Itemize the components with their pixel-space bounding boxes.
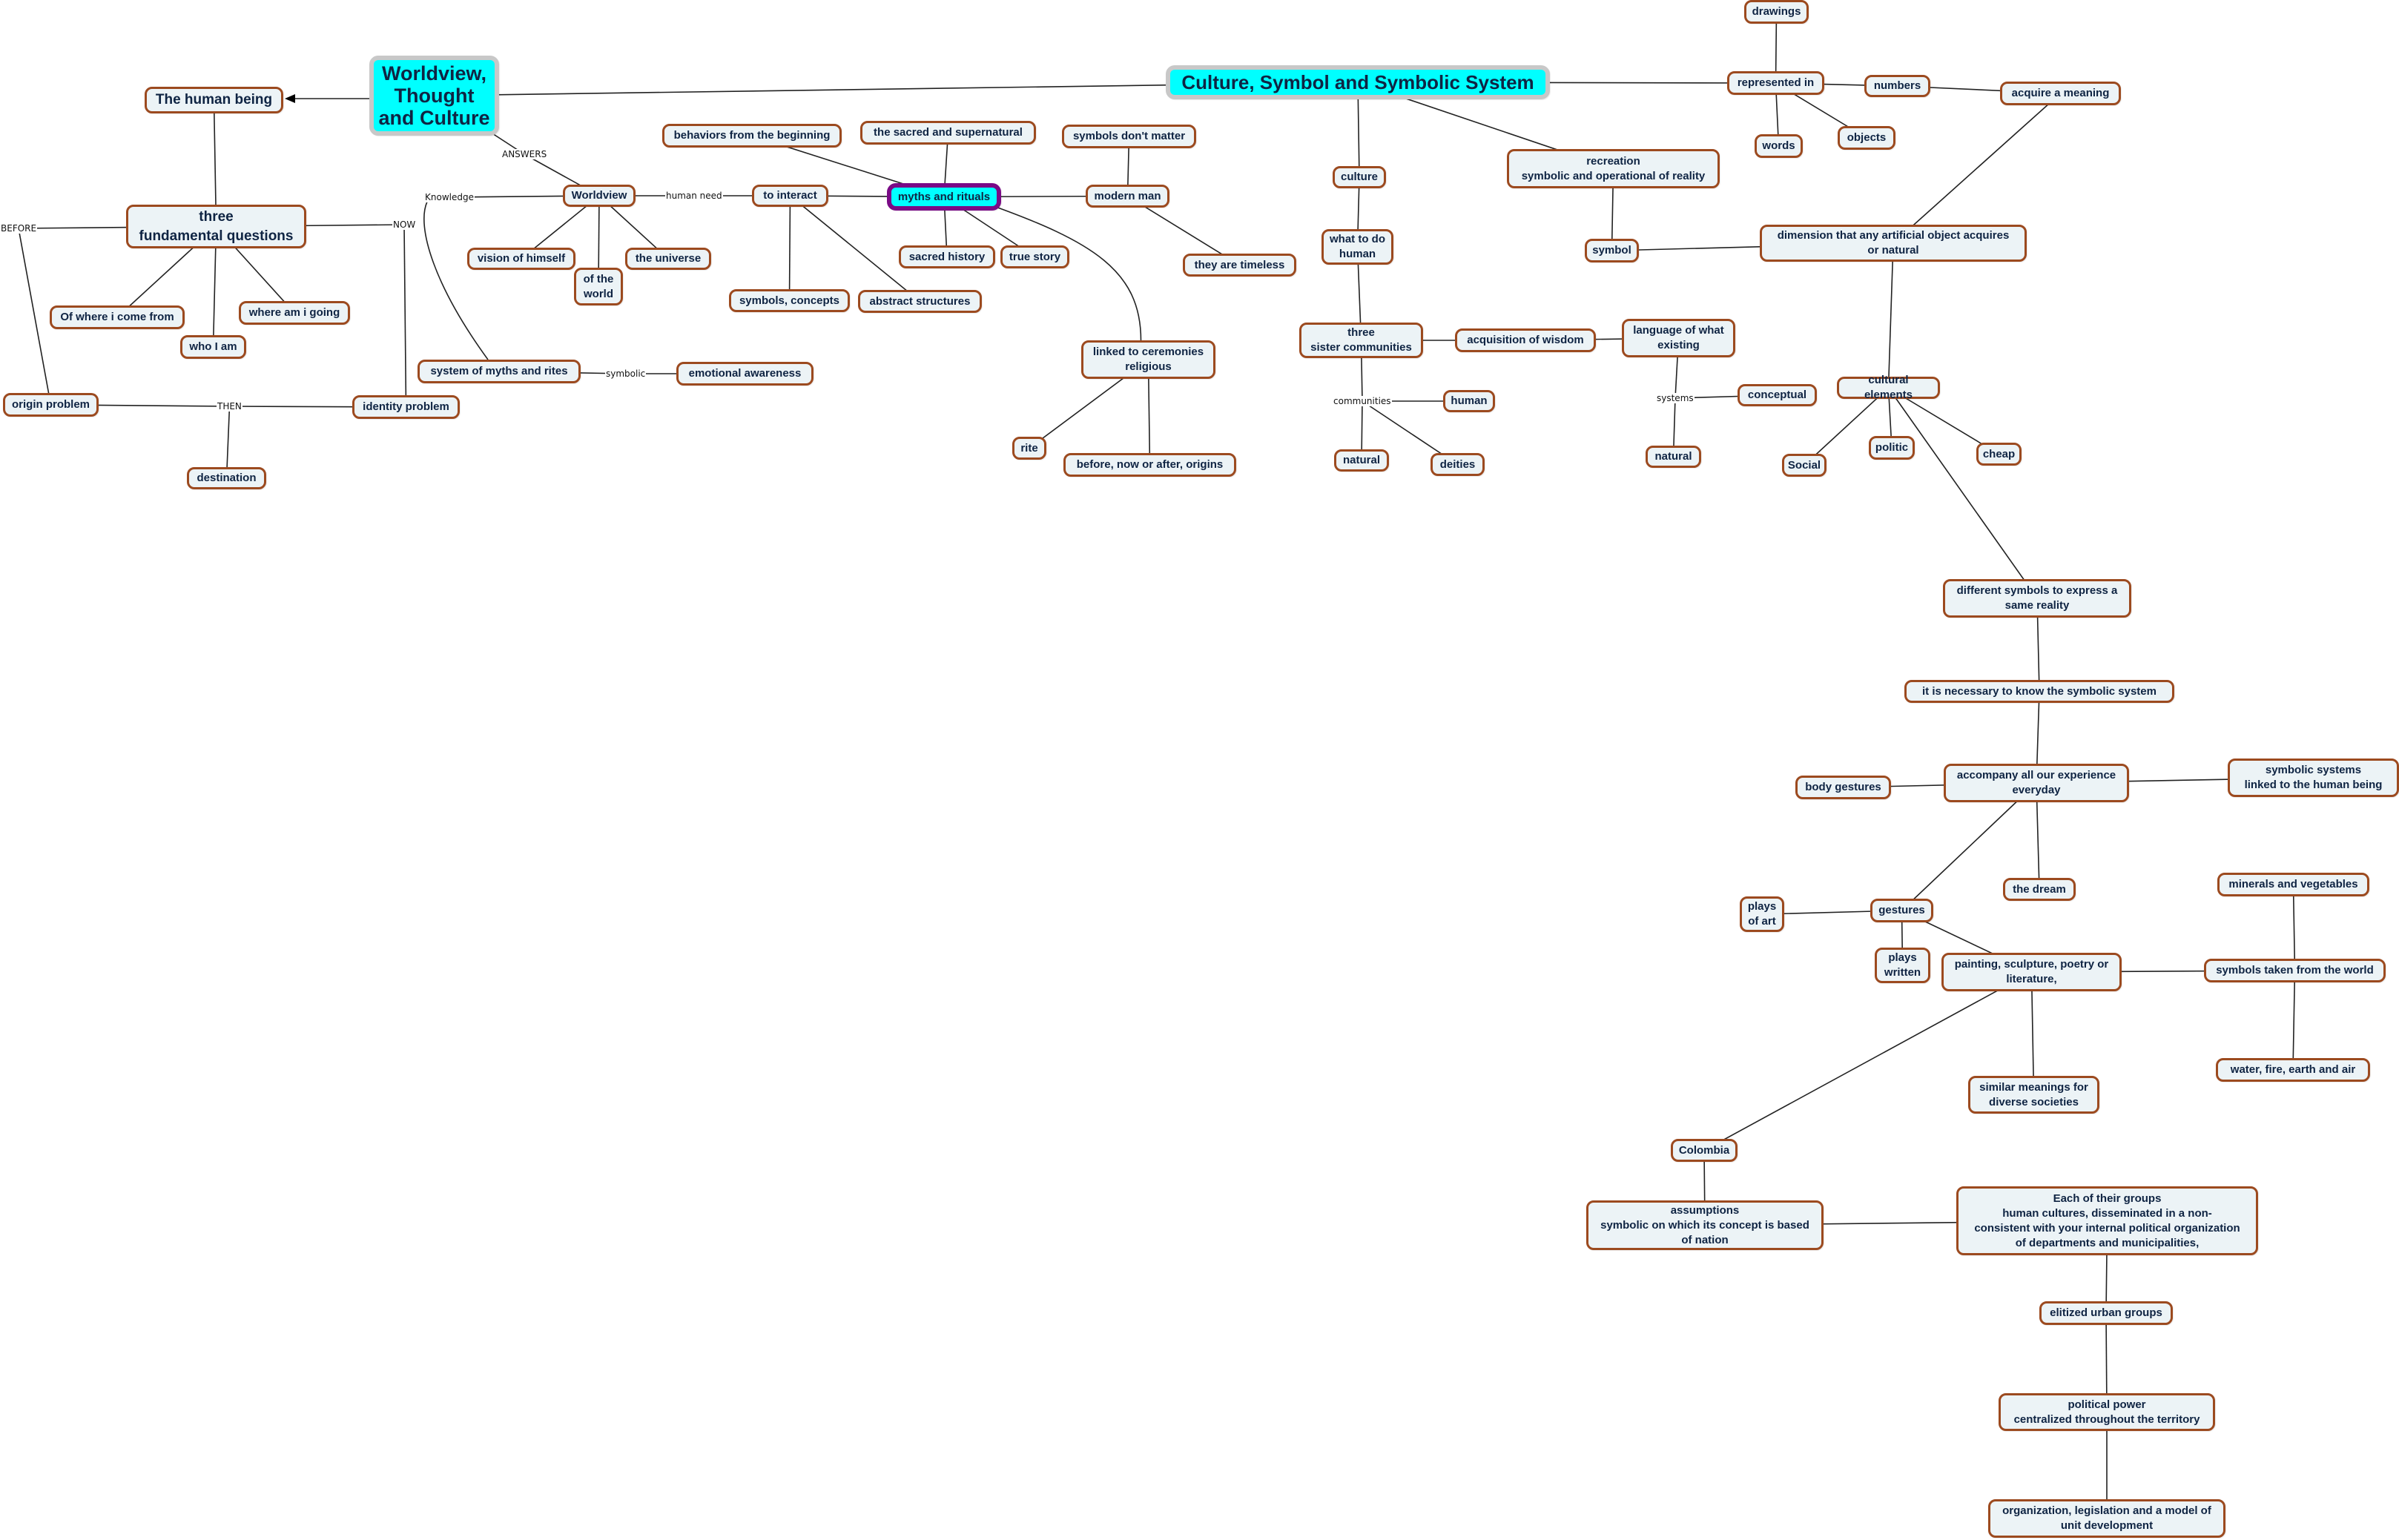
- node-drawings[interactable]: drawings: [1744, 0, 1809, 24]
- node-organization-legislation[interactable]: organization, legislation and a model of…: [1988, 1499, 2225, 1538]
- node-to-interact[interactable]: to interact: [752, 185, 828, 207]
- link-label-then: THEN: [217, 401, 242, 412]
- node-assumptions-symbolic-nation[interactable]: assumptions symbolic on which its concep…: [1586, 1200, 1824, 1250]
- node-human-being[interactable]: The human being: [145, 87, 283, 113]
- node-system-of-myths-and-rites[interactable]: system of myths and rites: [418, 360, 581, 383]
- node-of-the-world[interactable]: of the world: [574, 268, 623, 305]
- node-words[interactable]: words: [1755, 134, 1803, 158]
- connection-line: [788, 195, 791, 301]
- connection-line: [18, 228, 52, 406]
- node-linked-to-ceremonies-religious[interactable]: linked to ceremonies religious: [1081, 340, 1215, 379]
- link-label-systems: systems: [1656, 393, 1695, 403]
- node-who-i-am[interactable]: who I am: [180, 335, 246, 359]
- node-elitized-urban-groups[interactable]: elitized urban groups: [2039, 1301, 2173, 1325]
- concept-map-canvas: Worldview, Thought and Culture Culture, …: [0, 0, 2399, 1540]
- connection-line: [1887, 387, 2038, 599]
- node-symbols-concepts[interactable]: symbols, concepts: [729, 289, 850, 312]
- node-emotional-awareness[interactable]: emotional awareness: [676, 362, 814, 386]
- node-plays-written[interactable]: plays written: [1875, 948, 1930, 983]
- connection-line: [2292, 884, 2296, 971]
- node-three-sister-communities[interactable]: three sister communities: [1299, 323, 1423, 358]
- node-politic[interactable]: politic: [1869, 436, 1915, 460]
- node-similar-meanings[interactable]: similar meanings for diverse societies: [1968, 1076, 2099, 1114]
- link-label-symbolic: symbolic: [605, 369, 647, 379]
- node-natural-system[interactable]: natural: [1646, 446, 1701, 468]
- connection-line: [988, 203, 1142, 341]
- node-each-of-their-groups[interactable]: Each of their groups human cultures, dis…: [1956, 1186, 2258, 1255]
- node-symbolic-systems-linked-human[interactable]: symbolic systems linked to the human bei…: [2228, 759, 2399, 797]
- node-identity-problem[interactable]: identity problem: [352, 395, 460, 419]
- connection-line: [403, 224, 407, 408]
- node-natural-community[interactable]: natural: [1334, 449, 1389, 472]
- node-symbol[interactable]: symbol: [1585, 239, 1639, 262]
- arrowhead-icon: [285, 94, 295, 103]
- node-where-i-come-from[interactable]: Of where i come from: [50, 305, 185, 329]
- node-water-fire-earth-air[interactable]: water, fire, earth and air: [2216, 1058, 2370, 1082]
- node-myths-and-rituals[interactable]: myths and rituals: [887, 183, 1001, 211]
- node-objects[interactable]: objects: [1838, 126, 1895, 150]
- node-conceptual[interactable]: conceptual: [1738, 384, 1817, 406]
- node-symbols-taken-from-world[interactable]: symbols taken from the world: [2204, 959, 2386, 982]
- link-label-now: NOW: [392, 219, 417, 230]
- root-node-worldview-thought-culture[interactable]: Worldview, Thought and Culture: [369, 56, 499, 136]
- link-label-before: BEFORE: [0, 223, 38, 234]
- node-deities[interactable]: deities: [1431, 453, 1485, 476]
- node-minerals-and-vegetables[interactable]: minerals and vegetables: [2217, 873, 2369, 896]
- connection-line: [423, 201, 489, 360]
- node-cultural-elements[interactable]: cultural elements: [1837, 374, 1940, 401]
- node-three-fundamental-questions[interactable]: three fundamental questions: [126, 205, 306, 248]
- node-gestures[interactable]: gestures: [1870, 899, 1933, 922]
- node-necessary-to-know-symbolic-system[interactable]: it is necessary to know the symbolic sys…: [1904, 680, 2174, 703]
- node-sacred-history[interactable]: sacred history: [899, 245, 995, 268]
- node-the-universe[interactable]: the universe: [625, 248, 711, 270]
- node-vision-of-himself[interactable]: vision of himself: [467, 248, 575, 270]
- node-represented-in[interactable]: represented in: [1727, 71, 1824, 95]
- node-acquisition-of-wisdom[interactable]: acquisition of wisdom: [1455, 328, 1596, 352]
- node-what-to-do-human[interactable]: what to do human: [1321, 229, 1393, 265]
- node-the-dream[interactable]: the dream: [2003, 878, 2076, 901]
- node-behaviors-from-the-beginning[interactable]: behaviors from the beginning: [662, 124, 842, 148]
- connection-line: [2292, 970, 2296, 1071]
- node-they-are-timeless[interactable]: they are timeless: [1183, 254, 1296, 277]
- node-social[interactable]: Social: [1782, 454, 1827, 477]
- node-true-story[interactable]: true story: [1000, 245, 1069, 268]
- node-rite[interactable]: rite: [1012, 437, 1046, 460]
- node-political-power-centralized[interactable]: political power centralized throughout t…: [1999, 1393, 2215, 1431]
- node-culture[interactable]: culture: [1333, 166, 1386, 188]
- node-painting-sculpture-poetry[interactable]: painting, sculpture, poetry or literatur…: [1941, 953, 2122, 991]
- node-numbers[interactable]: numbers: [1864, 75, 1930, 97]
- node-worldview[interactable]: Worldview: [563, 185, 636, 207]
- node-different-symbols-same-reality[interactable]: different symbols to express a same real…: [1943, 579, 2131, 618]
- node-where-am-i-going[interactable]: where am i going: [239, 301, 350, 325]
- node-sacred-and-supernatural[interactable]: the sacred and supernatural: [860, 121, 1036, 145]
- node-plays-of-art[interactable]: plays of art: [1740, 896, 1784, 932]
- connection-line: [1703, 971, 2032, 1151]
- node-symbols-dont-matter[interactable]: symbols don't matter: [1062, 125, 1196, 148]
- connection-line: [1887, 242, 1894, 389]
- connection-line: [1893, 93, 2062, 244]
- node-before-now-or-after-origins[interactable]: before, now or after, origins: [1063, 453, 1236, 477]
- node-dimension-artificial-object[interactable]: dimension that any artificial object acq…: [1760, 225, 2027, 262]
- node-recreation-symbolic-operational[interactable]: recreation symbolic and operational of r…: [1507, 149, 1720, 188]
- link-label-answers: ANSWERS: [501, 149, 548, 159]
- node-accompany-all-our-experience[interactable]: accompany all our experience everyday: [1944, 764, 2129, 802]
- node-abstract-structures[interactable]: abstract structures: [858, 290, 982, 313]
- node-body-gestures[interactable]: body gestures: [1795, 776, 1891, 799]
- node-human[interactable]: human: [1443, 390, 1495, 412]
- node-destination[interactable]: destination: [187, 467, 266, 489]
- node-colombia[interactable]: Colombia: [1671, 1139, 1738, 1162]
- node-cheap[interactable]: cheap: [1976, 443, 2022, 466]
- node-modern-man[interactable]: modern man: [1086, 185, 1169, 208]
- link-label-communities: communities: [1333, 396, 1392, 406]
- root-node-culture-symbol-system[interactable]: Culture, Symbol and Symbolic System: [1166, 65, 1550, 99]
- node-acquire-a-meaning[interactable]: acquire a meaning: [2000, 82, 2121, 105]
- node-origin-problem[interactable]: origin problem: [3, 393, 99, 417]
- link-label-human-need: human need: [665, 191, 723, 201]
- node-language-of-what-existing[interactable]: language of what existing: [1622, 319, 1735, 357]
- link-label-knowledge: Knowledge: [424, 192, 475, 202]
